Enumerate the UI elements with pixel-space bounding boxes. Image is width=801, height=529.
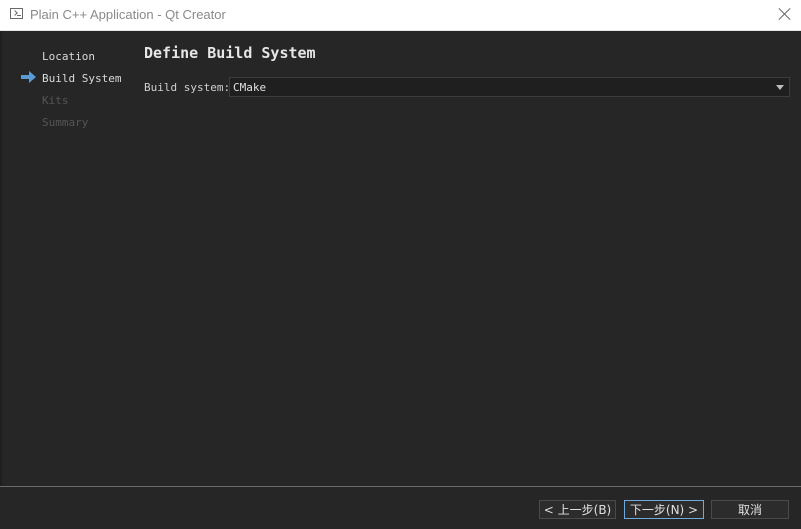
arrow-right-icon xyxy=(21,71,36,83)
build-system-label: Build system: xyxy=(144,81,231,94)
close-icon[interactable] xyxy=(777,6,793,22)
window-title: Plain C++ Application - Qt Creator xyxy=(30,7,226,22)
cancel-button[interactable]: 取消 xyxy=(711,500,789,519)
step-kits: Kits xyxy=(42,94,69,107)
step-build-system: Build System xyxy=(42,72,122,85)
button-bar: < 上一步(B) 下一步(N) > 取消 xyxy=(0,487,801,529)
title-bar: Plain C++ Application - Qt Creator xyxy=(0,0,801,31)
step-summary: Summary xyxy=(42,116,89,129)
back-button[interactable]: < 上一步(B) xyxy=(539,500,616,519)
page-title: Define Build System xyxy=(144,44,316,62)
build-system-value: CMake xyxy=(233,81,267,94)
next-button[interactable]: 下一步(N) > xyxy=(624,500,704,519)
terminal-icon xyxy=(10,8,23,19)
wizard-content: Location Build System Kits Summary Defin… xyxy=(0,31,801,486)
chevron-down-icon xyxy=(776,85,784,90)
build-system-select[interactable]: CMake xyxy=(229,77,790,97)
step-location: Location xyxy=(42,50,95,63)
